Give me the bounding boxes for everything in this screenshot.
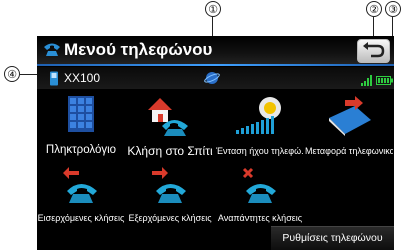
incoming-call-icon: [63, 167, 97, 203]
phone-settings-button[interactable]: Ρυθμίσεις τηλεφώνου: [271, 226, 394, 250]
callout-4-line: [20, 74, 38, 75]
page-title: Μενού τηλεφώνου: [64, 40, 213, 59]
keypad-tile[interactable]: Πληκτρολόγιο: [37, 96, 125, 156]
keypad-label: Πληκτρολόγιο: [45, 144, 117, 156]
back-button[interactable]: [357, 39, 390, 63]
phone-settings-label: Ρυθμίσεις τηλεφώνου: [282, 232, 383, 244]
phonebook-transfer-icon: [329, 96, 371, 136]
device-name: XX100: [64, 71, 101, 85]
missed-calls-tile[interactable]: Αναπάντητες κλήσεις: [216, 165, 304, 223]
callout-4: ④: [4, 66, 20, 82]
incoming-calls-tile[interactable]: Εισερχόμενες κλήσεις: [37, 165, 125, 223]
signal-strength-icon: [361, 75, 372, 86]
incoming-calls-label: Εισερχόμενες κλήσεις: [37, 213, 125, 223]
outgoing-calls-label: Εξερχόμενες κλήσεις: [128, 213, 212, 223]
callout-2: ②: [366, 1, 382, 17]
keypad-icon: [68, 96, 94, 132]
mobile-phone-icon: [50, 71, 58, 86]
callout-3: ③: [385, 1, 401, 17]
bluetooth-connection-icon: [204, 72, 220, 84]
back-arrow-icon: [363, 42, 385, 58]
phone-volume-tile[interactable]: Ένταση ήχου τηλεφώ...: [216, 96, 304, 156]
phone-icon: [44, 43, 60, 56]
missed-call-icon: [242, 167, 276, 203]
phone-menu-screen: Μενού τηλεφώνου XX100 Πληκτρολόγιο Κλήση…: [37, 36, 394, 250]
outgoing-calls-tile[interactable]: Εξερχόμενες κλήσεις: [126, 165, 214, 223]
phonebook-transfer-tile[interactable]: Μεταφορά τηλεφωνικα...: [305, 96, 393, 156]
call-home-tile[interactable]: Κλήση στο Σπίτι: [126, 96, 214, 158]
outgoing-call-icon: [152, 167, 186, 203]
callout-1: ①: [205, 1, 221, 17]
phone-volume-label: Ένταση ήχου τηλεφώ...: [216, 146, 304, 156]
call-home-label: Κλήση στο Σπίτι: [127, 144, 213, 158]
missed-calls-label: Αναπάντητες κλήσεις: [217, 213, 303, 223]
title-bar: Μενού τηλεφώνου: [37, 36, 394, 64]
volume-icon: [236, 97, 281, 134]
phonebook-transfer-label: Μεταφορά τηλεφωνικα...: [305, 146, 393, 156]
call-home-icon: [148, 98, 188, 136]
title-underline: [37, 64, 394, 66]
battery-icon: [376, 76, 393, 85]
